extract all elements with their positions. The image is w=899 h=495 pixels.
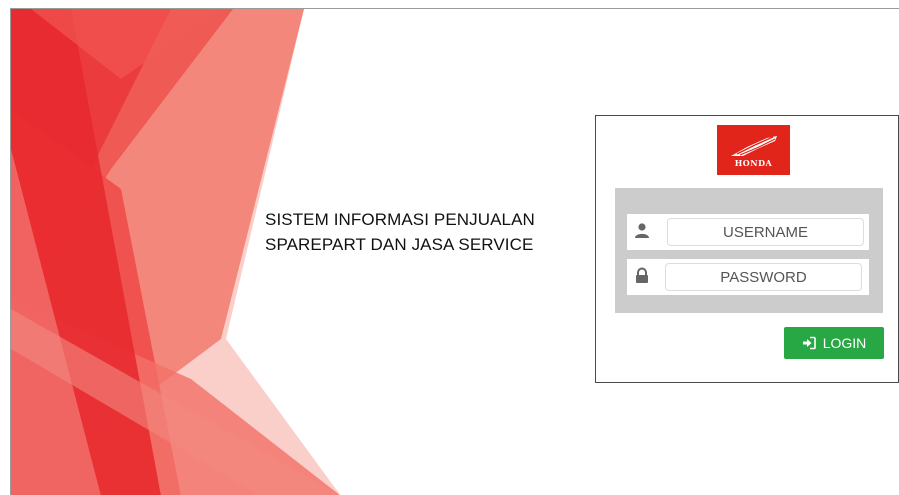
honda-logo-text: HONDA	[734, 158, 773, 168]
app-title-line-2: SPAREPART DAN JASA SERVICE	[265, 235, 534, 254]
login-button-label: LOGIN	[822, 335, 867, 351]
lock-icon	[636, 267, 648, 283]
password-row	[627, 259, 869, 295]
app-title: SISTEM INFORMASI PENJUALAN SPAREPART DAN…	[265, 207, 585, 257]
password-input[interactable]	[665, 263, 862, 291]
login-form	[615, 188, 883, 313]
page-frame: SISTEM INFORMASI PENJUALAN SPAREPART DAN…	[10, 8, 899, 495]
app-title-line-1: SISTEM INFORMASI PENJUALAN	[265, 210, 535, 229]
user-icon	[635, 223, 649, 238]
sign-in-icon	[802, 336, 816, 350]
login-card: HONDA LOGIN	[595, 115, 899, 383]
username-row	[627, 214, 869, 250]
honda-logo: HONDA	[717, 125, 790, 175]
username-input[interactable]	[667, 218, 864, 246]
login-button[interactable]: LOGIN	[784, 327, 884, 359]
